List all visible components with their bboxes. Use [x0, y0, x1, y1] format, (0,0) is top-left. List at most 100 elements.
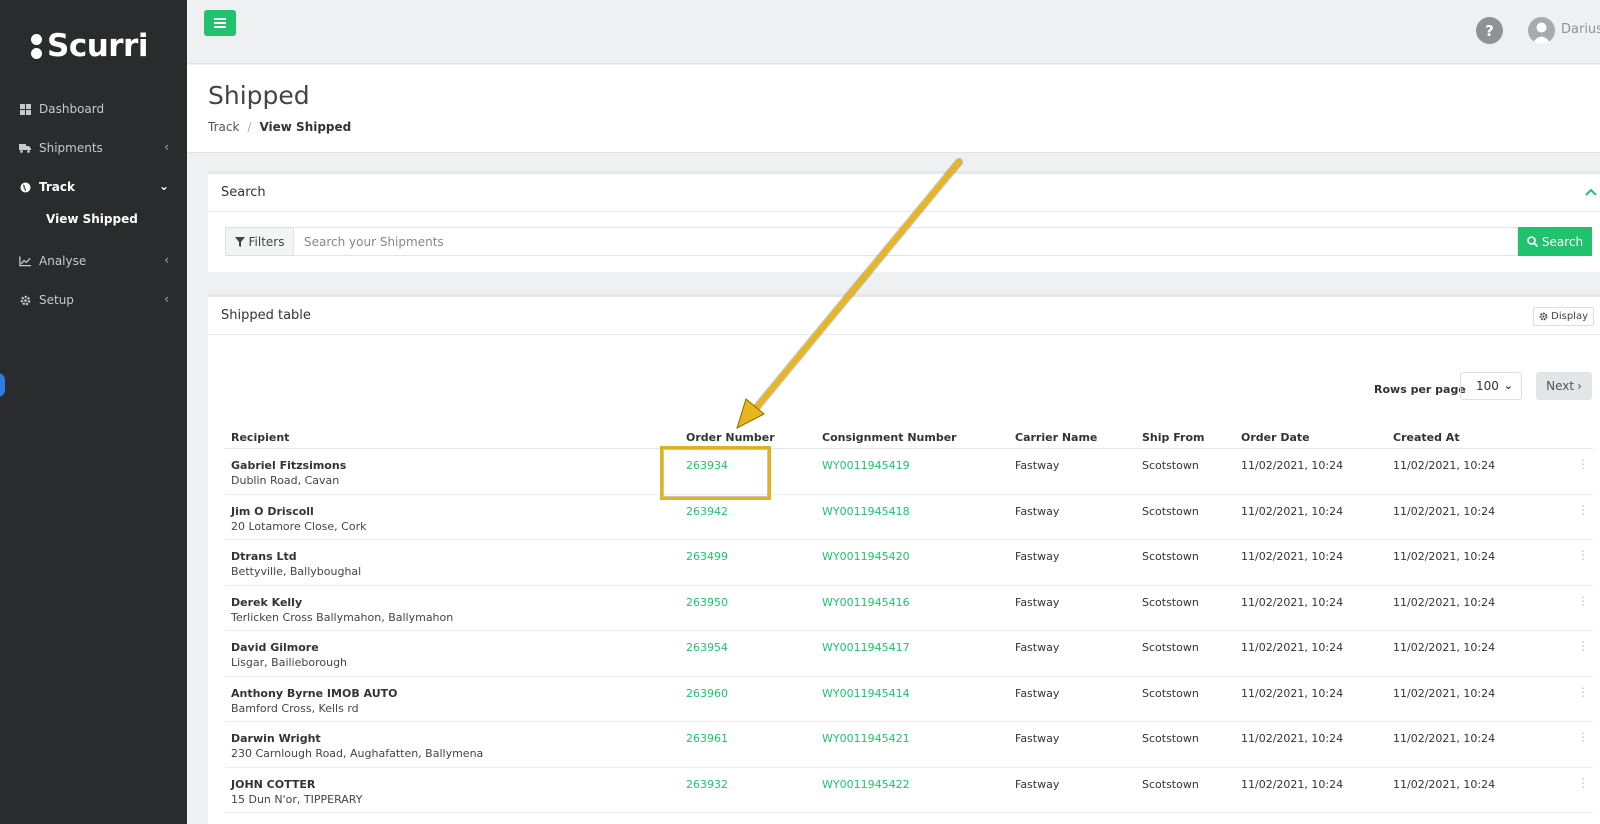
- sidebar-item-track[interactable]: Track ⌄: [0, 175, 187, 199]
- hamburger-icon: [214, 18, 226, 28]
- ship-from: Scotstown: [1142, 595, 1199, 609]
- search-input[interactable]: [293, 227, 1518, 256]
- menu-toggle-button[interactable]: [204, 10, 236, 36]
- filter-icon: [234, 236, 245, 247]
- sidebar-subitem-view-shipped[interactable]: View Shipped: [46, 212, 138, 226]
- chevron-up-icon[interactable]: [1585, 184, 1597, 200]
- chevron-left-icon: ‹: [164, 253, 169, 267]
- table-panel-header: Shipped table Display: [208, 297, 1600, 335]
- column-header-ship-from[interactable]: Ship From: [1142, 431, 1204, 444]
- chevron-left-icon: ‹: [164, 140, 169, 154]
- user-name[interactable]: Darius: [1561, 22, 1600, 37]
- order-number-link[interactable]: 263499: [686, 550, 728, 563]
- row-menu-icon[interactable]: ⋮: [1577, 730, 1589, 744]
- order-date: 11/02/2021, 10:24: [1241, 732, 1344, 745]
- next-label: Next: [1546, 379, 1575, 393]
- ship-from: Scotstown: [1142, 459, 1199, 472]
- scurri-logo[interactable]: Scurri: [31, 28, 148, 64]
- ship-from: Scotstown: [1142, 686, 1199, 700]
- user-icon: [1532, 22, 1551, 44]
- help-icon[interactable]: ?: [1476, 17, 1503, 44]
- floating-widget-handle[interactable]: [0, 373, 5, 397]
- next-page-button[interactable]: Next ›: [1536, 372, 1592, 400]
- consignment-number-link[interactable]: WY0011945420: [822, 550, 910, 563]
- filters-button[interactable]: Filters: [225, 227, 293, 256]
- carrier-name: Fastway: [1015, 732, 1060, 745]
- top-bar: ? Darius: [187, 0, 1600, 64]
- consignment-number-link[interactable]: WY0011945421: [822, 732, 910, 745]
- order-number-link[interactable]: 263942: [686, 505, 728, 518]
- chevron-left-icon: ‹: [164, 292, 169, 306]
- breadcrumb-separator: /: [247, 120, 252, 134]
- sidebar-item-label: Dashboard: [39, 102, 105, 116]
- table-row[interactable]: Derek Kelly Terlicken Cross Ballymahon, …: [225, 586, 1593, 631]
- row-menu-icon[interactable]: ⋮: [1577, 548, 1589, 562]
- column-header-created-at[interactable]: Created At: [1393, 431, 1460, 444]
- order-date: 11/02/2021, 10:24: [1241, 686, 1344, 700]
- consignment-number-link[interactable]: WY0011945419: [822, 459, 910, 472]
- sidebar-item-shipments[interactable]: Shipments ‹: [0, 136, 187, 160]
- sidebar: Scurri Dashboard Shipments ‹ Track ⌄ Vie…: [0, 0, 187, 824]
- row-menu-icon[interactable]: ⋮: [1577, 685, 1589, 699]
- avatar[interactable]: [1528, 17, 1555, 44]
- logo-mark-icon: [31, 31, 43, 61]
- logo-text: Scurri: [47, 28, 148, 64]
- recipient-address: Bettyville, Ballyboughal: [231, 565, 362, 578]
- table-row[interactable]: Anthony Byrne IMOB AUTO Bamford Cross, K…: [225, 677, 1593, 722]
- recipient-address: 15 Dun N'or, TIPPERARY: [231, 792, 363, 806]
- carrier-name: Fastway: [1015, 459, 1060, 472]
- recipient-name: Jim O Driscoll: [231, 504, 314, 518]
- column-header-consignment-number[interactable]: Consignment Number: [822, 431, 957, 444]
- order-number-link[interactable]: 263961: [686, 732, 728, 745]
- order-number-link[interactable]: 263954: [686, 641, 728, 654]
- column-header-recipient[interactable]: Recipient: [231, 431, 289, 444]
- order-number-link[interactable]: 263932: [686, 778, 728, 791]
- ship-from: Scotstown: [1142, 732, 1199, 745]
- search-button-label: Search: [1541, 234, 1584, 249]
- sidebar-item-dashboard[interactable]: Dashboard: [0, 97, 187, 121]
- table-row[interactable]: JOHN COTTER 15 Dun N'or, TIPPERARY 26393…: [225, 768, 1593, 813]
- rows-per-page-select[interactable]: 100 ⌄: [1460, 372, 1522, 400]
- table-row[interactable]: Darwin Wright 230 Carnlough Road, Aughaf…: [225, 722, 1593, 768]
- sidebar-item-analyse[interactable]: Analyse ‹: [0, 249, 187, 273]
- column-header-order-date[interactable]: Order Date: [1241, 431, 1310, 444]
- carrier-name: Fastway: [1015, 595, 1060, 609]
- breadcrumb-track-link[interactable]: Track: [208, 120, 239, 134]
- row-menu-icon[interactable]: ⋮: [1577, 776, 1589, 790]
- recipient-name: JOHN COTTER: [231, 777, 316, 791]
- row-menu-icon[interactable]: ⋮: [1577, 639, 1589, 653]
- search-button[interactable]: Search: [1518, 227, 1592, 256]
- row-menu-icon[interactable]: ⋮: [1577, 503, 1589, 517]
- recipient-address: Lisgar, Bailieborough: [231, 656, 348, 669]
- row-menu-icon[interactable]: ⋮: [1577, 457, 1589, 471]
- consignment-number-link[interactable]: WY0011945414: [822, 687, 910, 700]
- sidebar-item-setup[interactable]: Setup ‹: [0, 288, 187, 312]
- filters-label: Filters: [248, 234, 285, 249]
- ship-from: Scotstown: [1142, 550, 1199, 563]
- created-at: 11/02/2021, 10:24: [1393, 550, 1496, 563]
- consignment-number-link[interactable]: WY0011945418: [822, 505, 910, 518]
- order-number-link[interactable]: 263950: [686, 596, 728, 609]
- chevron-down-icon: ⌄: [1503, 379, 1513, 392]
- table-row[interactable]: Dtrans Ltd Bettyville, Ballyboughal 2634…: [225, 540, 1593, 586]
- row-menu-icon[interactable]: ⋮: [1577, 594, 1589, 608]
- ship-from: Scotstown: [1142, 504, 1199, 518]
- consignment-number-link[interactable]: WY0011945422: [822, 778, 910, 791]
- order-number-link[interactable]: 263960: [686, 687, 728, 700]
- recipient-address: 230 Carnlough Road, Aughafatten, Ballyme…: [231, 747, 484, 760]
- consignment-number-link[interactable]: WY0011945416: [822, 596, 910, 609]
- sidebar-item-label: Track: [39, 180, 75, 194]
- sidebar-item-label: Analyse: [39, 254, 87, 268]
- display-button[interactable]: Display: [1533, 307, 1594, 326]
- table-row[interactable]: Gabriel Fitzsimons Dublin Road, Cavan 26…: [225, 449, 1593, 495]
- consignment-number-link[interactable]: WY0011945417: [822, 641, 910, 654]
- table-row[interactable]: David Gilmore Lisgar, Bailieborough 2639…: [225, 631, 1593, 677]
- table-row[interactable]: Jim O Driscoll 20 Lotamore Close, Cork 2…: [225, 495, 1593, 540]
- globe-icon: [19, 181, 31, 193]
- created-at: 11/02/2021, 10:24: [1393, 777, 1496, 791]
- search-panel-header[interactable]: Search: [208, 174, 1600, 212]
- order-date: 11/02/2021, 10:24: [1241, 550, 1344, 563]
- recipient-name: Derek Kelly: [231, 595, 303, 609]
- column-header-order-number[interactable]: Order Number: [686, 431, 775, 444]
- column-header-carrier-name[interactable]: Carrier Name: [1015, 431, 1097, 444]
